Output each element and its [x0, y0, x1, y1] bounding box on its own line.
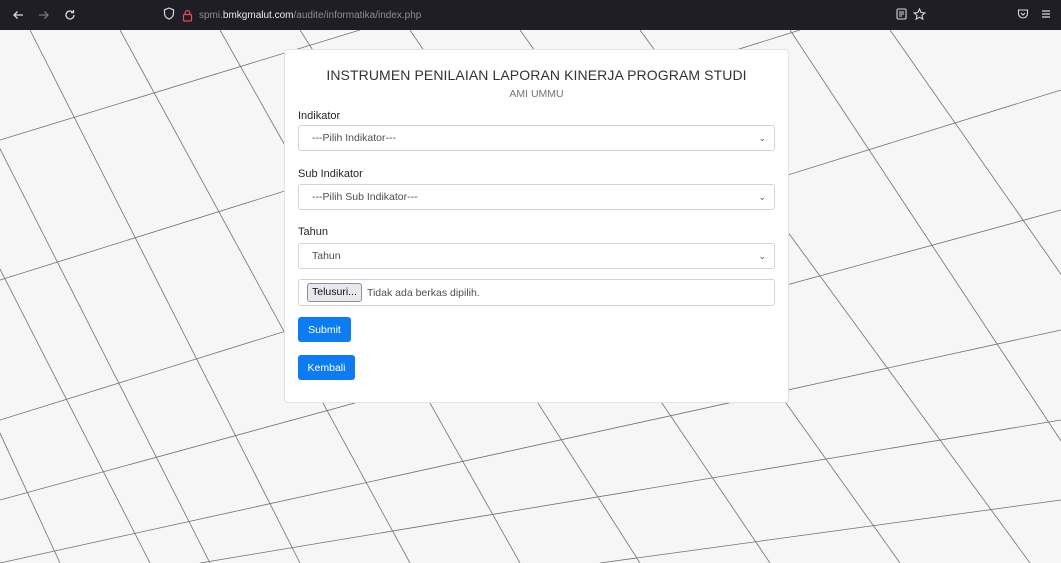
url-domain: bmkgmalut.com [222, 9, 294, 21]
file-status-text: Tidak ada berkas dipilih. [366, 286, 480, 299]
sub-indikator-select[interactable]: ---Pilih Sub Indikator--- ⌄ [298, 184, 775, 210]
chevron-down-icon: ⌄ [758, 251, 766, 261]
assessment-form-card: INSTRUMEN PENILAIAN LAPORAN KINERJA PROG… [284, 49, 789, 403]
sub-indikator-selected-value: ---Pilih Sub Indikator--- [312, 191, 418, 203]
url-text[interactable]: spmi.bmkgmalut.com/audite/informatika/in… [199, 10, 421, 21]
reload-icon[interactable] [59, 4, 81, 26]
tahun-selected-value: Tahun [312, 250, 341, 262]
tahun-label: Tahun [298, 226, 328, 238]
pocket-icon[interactable] [1015, 6, 1031, 22]
url-prefix: spmi. [199, 9, 223, 21]
bookmark-star-icon[interactable] [911, 6, 927, 22]
menu-icon[interactable] [1038, 6, 1054, 22]
sub-indikator-label: Sub Indikator [298, 168, 363, 180]
reader-view-icon[interactable] [893, 6, 909, 22]
page-background: INSTRUMEN PENILAIAN LAPORAN KINERJA PROG… [0, 30, 1061, 563]
browser-toolbar: spmi.bmkgmalut.com/audite/informatika/in… [0, 0, 1061, 30]
back-icon[interactable] [7, 4, 29, 26]
indikator-selected-value: ---Pilih Indikator--- [312, 132, 397, 144]
indikator-select[interactable]: ---Pilih Indikator--- ⌄ [298, 125, 775, 151]
form-subtitle: AMI UMMU [509, 88, 564, 100]
tracking-shield-icon[interactable] [163, 7, 175, 23]
chevron-down-icon: ⌄ [758, 192, 766, 202]
address-bar[interactable]: spmi.bmkgmalut.com/audite/informatika/in… [163, 5, 933, 25]
url-path: /audite/informatika/index.php [293, 9, 422, 21]
submit-button[interactable]: Submit [298, 317, 351, 342]
back-button[interactable]: Kembali [298, 355, 355, 380]
lock-icon[interactable] [182, 9, 193, 22]
browse-file-button[interactable]: Telusuri... [307, 283, 362, 302]
tahun-select[interactable]: Tahun ⌄ [298, 243, 775, 269]
forward-icon[interactable] [33, 4, 55, 26]
chevron-down-icon: ⌄ [758, 133, 766, 143]
file-upload-input[interactable]: Telusuri... Tidak ada berkas dipilih. [298, 279, 775, 306]
form-title: INSTRUMEN PENILAIAN LAPORAN KINERJA PROG… [326, 67, 747, 83]
indikator-label: Indikator [298, 110, 341, 122]
